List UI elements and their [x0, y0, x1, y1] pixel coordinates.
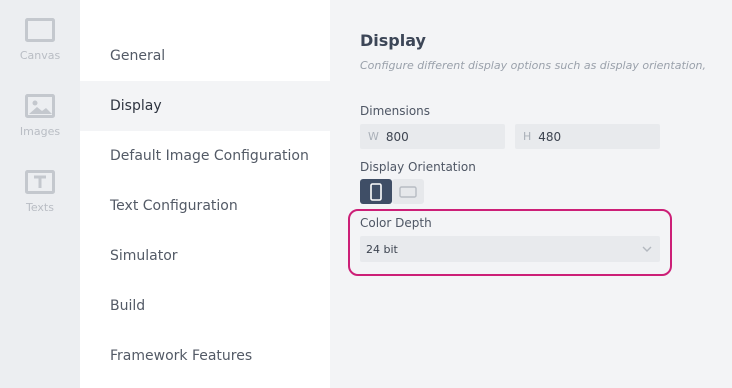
color-depth-select[interactable]: 24 bit: [360, 236, 660, 262]
display-orientation-label: Display Orientation: [360, 160, 476, 174]
portrait-orientation-button[interactable]: [360, 179, 392, 204]
image-icon: [24, 92, 56, 120]
width-value: 800: [385, 129, 409, 144]
menu-item-framework-features[interactable]: Framework Features: [80, 331, 330, 381]
portrait-icon: [370, 182, 382, 201]
landscape-icon: [399, 185, 417, 198]
rail-item-texts[interactable]: Texts: [0, 168, 80, 214]
menu-item-general[interactable]: General: [80, 31, 330, 81]
color-depth-value: 24 bit: [366, 242, 398, 256]
display-settings-panel: Display Configure different display opti…: [330, 0, 732, 388]
landscape-orientation-button[interactable]: [392, 179, 424, 204]
menu-item-build[interactable]: Build: [80, 281, 330, 331]
menu-item-text-configuration[interactable]: Text Configuration: [80, 181, 330, 231]
rail-item-label: Texts: [26, 201, 54, 214]
page-title: Display: [360, 31, 426, 50]
height-prefix: H: [523, 130, 532, 143]
text-icon: [24, 168, 56, 196]
width-prefix: W: [368, 130, 379, 143]
canvas-icon: [24, 16, 56, 44]
settings-menu: General Display Default Image Configurat…: [80, 0, 330, 388]
menu-item-default-image-configuration[interactable]: Default Image Configuration: [80, 131, 330, 181]
menu-item-simulator[interactable]: Simulator: [80, 231, 330, 281]
height-input[interactable]: H 480: [515, 124, 660, 149]
color-depth-label: Color Depth: [360, 216, 432, 230]
rail-item-canvas[interactable]: Canvas: [0, 16, 80, 62]
rail-item-images[interactable]: Images: [0, 92, 80, 138]
menu-item-display[interactable]: Display: [80, 81, 330, 131]
tool-rail: Canvas Images Texts: [0, 0, 80, 388]
chevron-down-icon: [642, 246, 652, 252]
page-subtitle: Configure different display options such…: [360, 59, 707, 72]
rail-item-label: Canvas: [19, 49, 61, 62]
height-value: 480: [538, 129, 562, 144]
dimensions-label: Dimensions: [360, 104, 431, 118]
width-input[interactable]: W 800: [360, 124, 505, 149]
rail-item-label: Images: [19, 125, 61, 138]
